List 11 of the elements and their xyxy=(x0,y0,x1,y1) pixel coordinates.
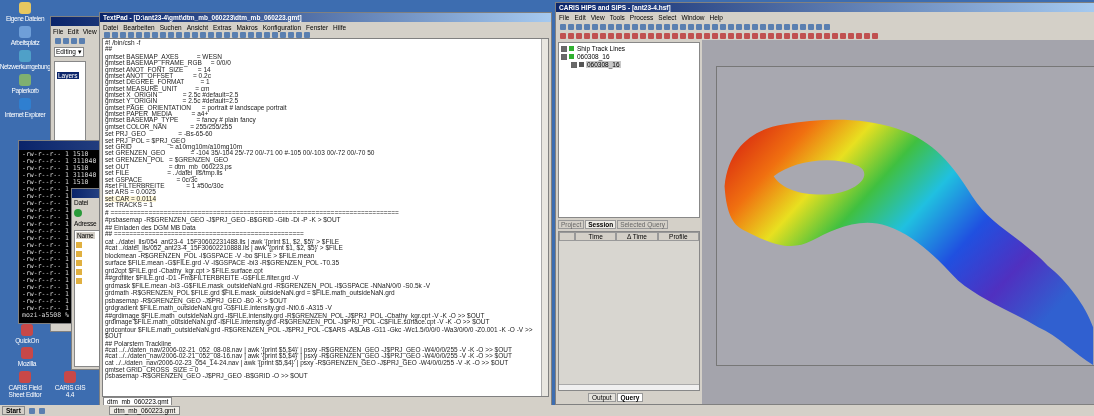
desktop-shortcut-icon[interactable] xyxy=(19,26,31,38)
checkbox[interactable] xyxy=(561,45,567,52)
desktop-shortcut-icon[interactable] xyxy=(19,74,31,86)
desktop-shortcut-icon[interactable] xyxy=(19,2,31,14)
desktop-shortcut-icon[interactable] xyxy=(19,50,31,62)
checkbox[interactable] xyxy=(561,53,567,60)
column-header[interactable] xyxy=(559,232,575,241)
scrollbar[interactable] xyxy=(541,39,548,396)
scrollbar[interactable] xyxy=(559,384,699,390)
checkbox[interactable] xyxy=(571,61,577,68)
back-icon[interactable] xyxy=(74,209,82,217)
